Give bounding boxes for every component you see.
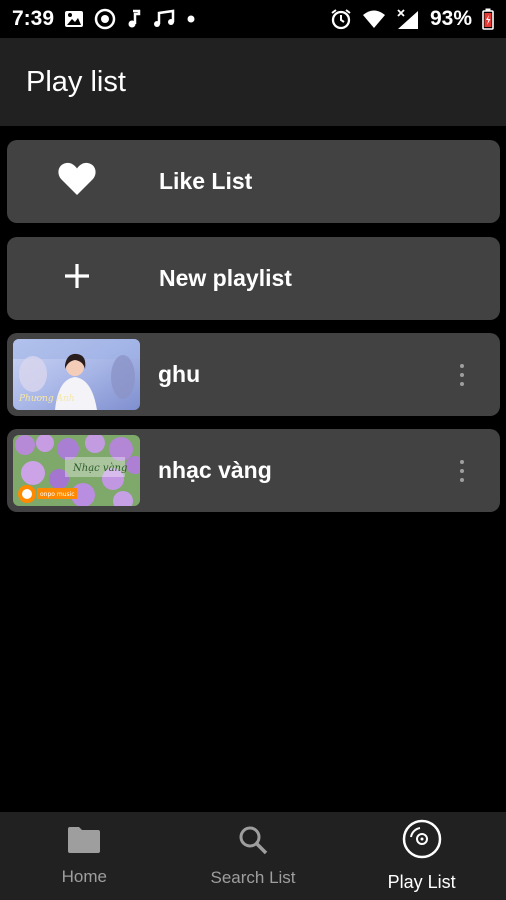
new-playlist-item[interactable]: New playlist — [7, 237, 500, 320]
status-bar: 7:39 93% — [0, 0, 506, 38]
music-notes-icon — [152, 9, 176, 29]
plus-icon — [62, 261, 92, 296]
image-icon — [64, 9, 84, 29]
nav-search-list-label: Search List — [210, 867, 296, 887]
dot-icon — [186, 14, 196, 24]
svg-text:Phương Anh: Phương Anh — [18, 394, 75, 404]
page-title: Play list — [26, 65, 126, 98]
nav-play-list[interactable]: Play List — [337, 812, 506, 900]
app-bar: Play list — [0, 38, 506, 126]
svg-text:Nhạc vàng: Nhạc vàng — [72, 463, 127, 474]
heart-icon — [57, 161, 97, 202]
playlist-thumbnail: Phương Anh — [13, 339, 140, 410]
more-options-icon[interactable] — [460, 363, 464, 386]
playlist-name: ghu — [158, 361, 201, 387]
bottom-navigation: Home Search List Play List — [0, 812, 506, 900]
alarm-icon — [330, 8, 352, 30]
wifi-icon — [362, 9, 386, 29]
svg-text:onpo music: onpo music — [40, 491, 75, 498]
new-playlist-label: New playlist — [159, 265, 292, 291]
like-list-label: Like List — [159, 168, 253, 194]
playlist-thumbnail: Nhạc vàng onpo music — [13, 435, 140, 506]
folder-icon — [67, 826, 101, 859]
status-time: 7:39 — [12, 7, 55, 30]
like-list-item[interactable]: Like List — [7, 140, 500, 223]
more-options-icon[interactable] — [460, 459, 464, 482]
battery-icon — [482, 8, 494, 30]
playlist-item-nhac-vang[interactable]: Nhạc vàng onpo music nhạc vàng — [7, 429, 500, 512]
playlist-name: nhạc vàng — [158, 457, 272, 483]
nav-home-label: Home — [61, 866, 108, 886]
search-icon — [238, 825, 268, 860]
nav-search-list[interactable]: Search List — [169, 812, 338, 900]
music-note-icon — [126, 9, 142, 29]
nav-play-list-label: Play List — [387, 872, 456, 892]
signal-icon — [396, 8, 420, 30]
playlist-item-ghu[interactable]: Phương Anh ghu — [7, 333, 500, 416]
battery-percent: 93% — [429, 7, 472, 30]
disc-icon — [402, 819, 442, 864]
target-icon — [94, 8, 116, 30]
nav-home[interactable]: Home — [0, 812, 169, 900]
